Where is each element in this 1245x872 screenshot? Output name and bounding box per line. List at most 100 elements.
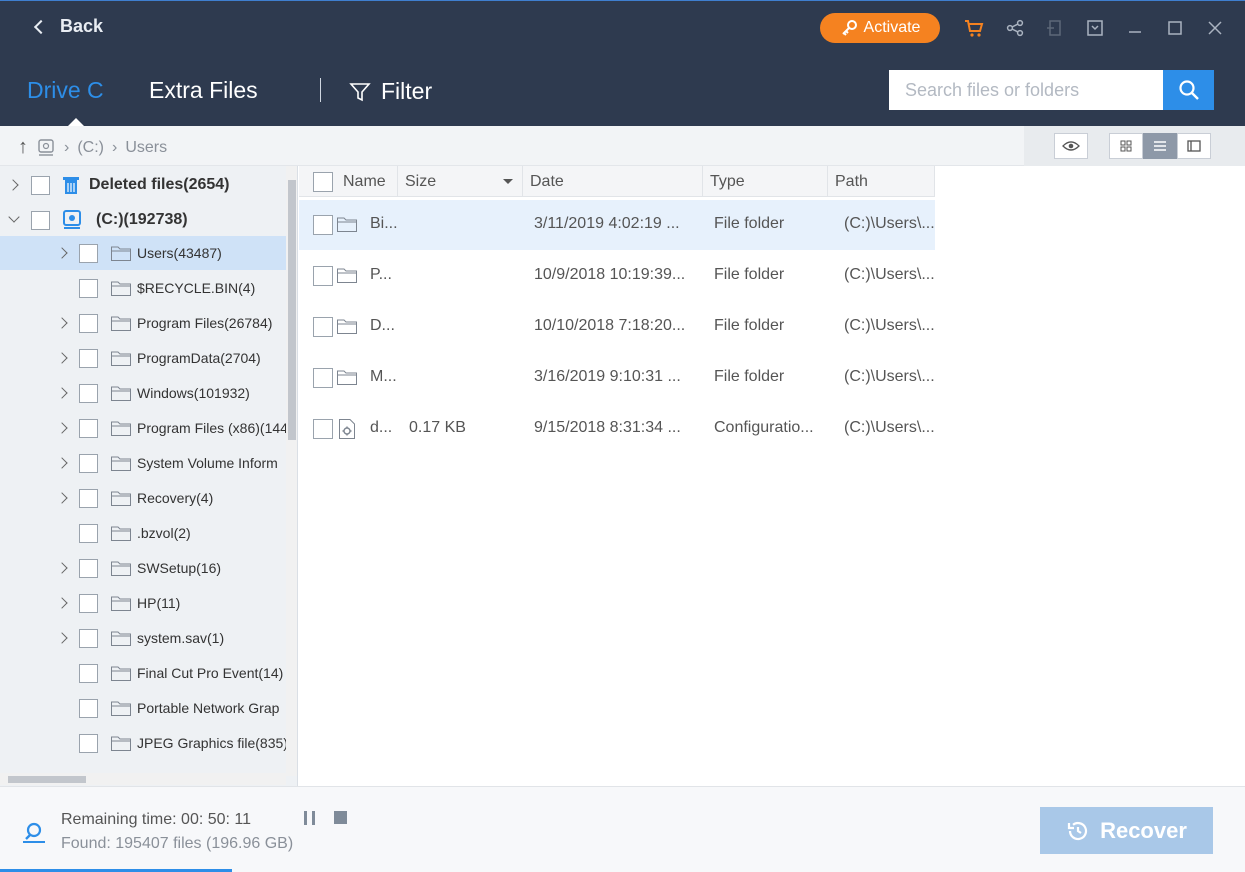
search-button[interactable] <box>1163 70 1214 110</box>
tree-checkbox[interactable] <box>31 175 50 195</box>
menu-icon[interactable] <box>1084 17 1106 39</box>
tree-item-final-cut-pro[interactable]: Final Cut Pro Event(14) <box>0 656 286 690</box>
tree-checkbox[interactable] <box>31 210 50 230</box>
row-checkbox[interactable] <box>313 317 333 337</box>
chevron-right-icon[interactable] <box>7 179 19 191</box>
chevron-down-icon[interactable] <box>8 211 20 223</box>
tree-item-hp[interactable]: HP(11) <box>0 586 286 620</box>
tree-checkbox[interactable] <box>79 523 98 543</box>
table-row[interactable]: D... 10/10/2018 7:18:20... File folder (… <box>299 302 935 352</box>
chevron-right-icon[interactable] <box>56 562 68 574</box>
table-row[interactable]: Bi... 3/11/2019 4:02:19 ... File folder … <box>299 200 935 250</box>
tab-extra-files[interactable]: Extra Files <box>149 77 258 104</box>
row-checkbox[interactable] <box>313 419 333 439</box>
table-row[interactable]: M... 3/16/2019 9:10:31 ... File folder (… <box>299 353 935 403</box>
tree-vertical-scrollbar[interactable] <box>286 166 297 776</box>
chevron-left-icon <box>33 19 49 34</box>
breadcrumb-users[interactable]: Users <box>125 139 167 157</box>
tree-horizontal-scrollbar[interactable] <box>0 773 286 785</box>
tree-item-system-sav[interactable]: system.sav(1) <box>0 621 286 655</box>
tree-checkbox[interactable] <box>79 278 98 298</box>
tree-checkbox[interactable] <box>79 383 98 403</box>
file-path: (C:)\Users\... <box>844 266 935 283</box>
tree-item-recovery[interactable]: Recovery(4) <box>0 481 286 515</box>
chevron-right-icon[interactable] <box>56 247 68 259</box>
tree-checkbox[interactable] <box>79 488 98 508</box>
tree-item-swsetup[interactable]: SWSetup(16) <box>0 551 286 585</box>
folder-icon <box>111 386 131 401</box>
column-size[interactable]: Size <box>398 166 523 197</box>
tree-checkbox[interactable] <box>79 628 98 648</box>
tree-item-users[interactable]: Users(43487) <box>0 236 286 270</box>
row-checkbox[interactable] <box>313 215 333 235</box>
close-icon[interactable] <box>1204 17 1226 39</box>
folder-icon <box>337 217 357 232</box>
tree-checkbox[interactable] <box>79 733 98 753</box>
back-button[interactable]: Back <box>33 16 103 37</box>
filter-button[interactable]: Filter <box>349 78 432 105</box>
maximize-icon[interactable] <box>1164 17 1186 39</box>
cart-icon[interactable] <box>963 17 985 39</box>
tree-checkbox[interactable] <box>79 593 98 613</box>
minimize-icon[interactable] <box>1124 17 1146 39</box>
tree-item-deleted-files[interactable]: Deleted files(2654) <box>0 168 286 202</box>
search-input[interactable] <box>889 70 1163 110</box>
pause-icon[interactable] <box>304 811 316 825</box>
tree-item-program-files[interactable]: Program Files(26784) <box>0 306 286 340</box>
drive-icon[interactable] <box>36 138 56 158</box>
preview-button[interactable] <box>1054 133 1088 159</box>
tree-checkbox[interactable] <box>79 348 98 368</box>
column-name[interactable]: Name <box>299 166 398 197</box>
tree-label: Users(43487) <box>137 245 222 261</box>
tab-drive-c[interactable]: Drive C <box>27 77 104 104</box>
breadcrumb-drive[interactable]: (C:) <box>77 139 104 157</box>
scan-icon <box>23 822 45 843</box>
row-checkbox[interactable] <box>313 368 333 388</box>
scrollbar-thumb[interactable] <box>8 776 86 783</box>
recover-button[interactable]: Recover <box>1040 807 1213 854</box>
detail-view-button[interactable] <box>1177 133 1211 159</box>
stop-icon[interactable] <box>334 811 347 824</box>
table-row[interactable]: P... 10/9/2018 10:19:39... File folder (… <box>299 251 935 301</box>
tree-checkbox[interactable] <box>79 558 98 578</box>
tree-checkbox[interactable] <box>79 243 98 263</box>
scrollbar-thumb[interactable] <box>288 180 296 440</box>
tree-checkbox[interactable] <box>79 663 98 683</box>
chevron-right-icon[interactable] <box>56 422 68 434</box>
tree-item-bzvol[interactable]: .bzvol(2) <box>0 516 286 550</box>
chevron-right-icon[interactable] <box>56 597 68 609</box>
tree-item-recycle-bin[interactable]: $RECYCLE.BIN(4) <box>0 271 286 305</box>
tree-item-jpeg[interactable]: JPEG Graphics file(835) <box>0 726 288 760</box>
select-all-checkbox[interactable] <box>313 172 333 192</box>
up-arrow-icon[interactable]: ↑ <box>18 136 28 159</box>
column-type[interactable]: Type <box>703 166 828 197</box>
tree-item-program-files-x86[interactable]: Program Files (x86)(144 <box>0 411 288 445</box>
activate-button[interactable]: Activate <box>820 13 940 43</box>
row-checkbox[interactable] <box>313 266 333 286</box>
chevron-right-icon[interactable] <box>56 492 68 504</box>
tree-item-png[interactable]: Portable Network Grap <box>0 691 286 725</box>
chevron-right-icon[interactable] <box>56 457 68 469</box>
column-date[interactable]: Date <box>523 166 703 197</box>
column-path[interactable]: Path <box>828 166 935 197</box>
share-icon[interactable] <box>1004 17 1026 39</box>
tree-checkbox[interactable] <box>79 453 98 473</box>
tree-item-drive-c[interactable]: (C:)(192738) <box>0 203 286 237</box>
file-path: (C:)\Users\... <box>844 368 935 385</box>
chevron-right-icon[interactable] <box>56 317 68 329</box>
exit-icon[interactable] <box>1044 17 1066 39</box>
folder-icon <box>111 421 131 436</box>
tree-checkbox[interactable] <box>79 313 98 333</box>
table-row[interactable]: d... 0.17 KB 9/15/2018 8:31:34 ... Confi… <box>299 404 935 454</box>
chevron-right-icon[interactable] <box>56 387 68 399</box>
chevron-right-icon[interactable] <box>56 352 68 364</box>
tree-item-system-volume[interactable]: System Volume Inform <box>0 446 286 480</box>
file-date: 10/10/2018 7:18:20... <box>534 317 686 334</box>
grid-view-button[interactable] <box>1109 133 1143 159</box>
tree-checkbox[interactable] <box>79 698 98 718</box>
tree-item-programdata[interactable]: ProgramData(2704) <box>0 341 286 375</box>
chevron-right-icon[interactable] <box>56 632 68 644</box>
list-view-button[interactable] <box>1143 133 1177 159</box>
tree-checkbox[interactable] <box>79 418 98 438</box>
tree-item-windows[interactable]: Windows(101932) <box>0 376 286 410</box>
